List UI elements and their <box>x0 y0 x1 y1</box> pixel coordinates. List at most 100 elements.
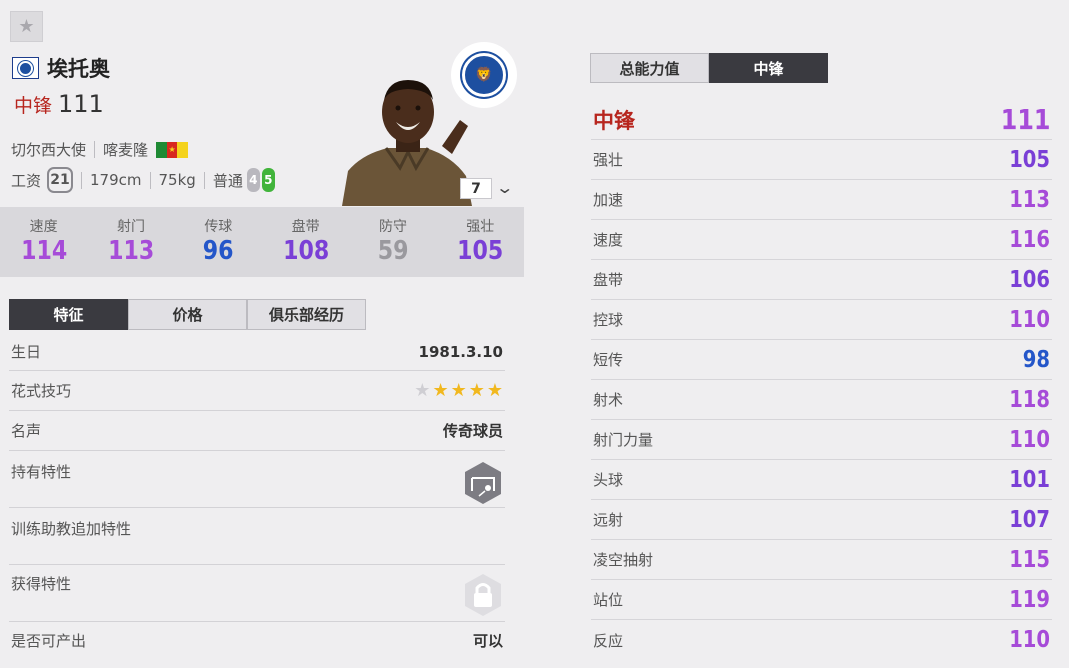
strong-foot-badge: 5 <box>261 168 275 192</box>
attribute-row: 盘带 106 <box>591 260 1052 300</box>
attribute-row: 射门力量 110 <box>591 420 1052 460</box>
position-header-row: 中锋 111 <box>591 100 1052 140</box>
coach-traits-row: 训练助教追加特性 <box>9 508 505 565</box>
attribute-label: 反应 <box>593 631 624 650</box>
favorite-star-button[interactable]: ★ <box>10 11 43 42</box>
attribute-label: 速度 <box>593 231 624 249</box>
upgrade-grade-badge[interactable]: 7 <box>460 178 492 199</box>
season-nation-row: 切尔西大使 喀麦隆 ★ <box>11 139 189 160</box>
overall-rating: 111 <box>58 90 104 118</box>
attribute-row: 速度 116 <box>591 220 1052 260</box>
attribute-label: 站位 <box>593 591 624 609</box>
coach-traits-label: 训练助教追加特性 <box>11 520 132 538</box>
cameroon-flag-icon: ★ <box>156 141 189 158</box>
attribute-row: 头球 101 <box>591 460 1052 500</box>
attribute-label: 凌空抽射 <box>593 551 654 569</box>
star-icon: ★ <box>414 380 431 401</box>
height: 179cm <box>90 171 142 189</box>
attribute-value: 105 <box>1009 146 1050 173</box>
body-type: 普通 <box>212 171 243 190</box>
attribute-label: 射术 <box>593 391 624 409</box>
attribute-value: 116 <box>1009 226 1050 253</box>
attribute-value: 107 <box>1009 506 1050 533</box>
season-name: 切尔西大使 <box>11 141 87 159</box>
attribute-row: 凌空抽射 115 <box>591 540 1052 580</box>
attribute-row: 加速 113 <box>591 180 1052 220</box>
summary-stat-value: 96 <box>202 236 234 266</box>
position-attribute-list: 中锋 111 强壮 105 加速 113 速度 116 盘带 106 控球 110 短传 … <box>591 100 1052 660</box>
skill-stars: ★ ★ ★ ★ ★ <box>414 380 503 401</box>
attribute-label: 射门力量 <box>593 431 654 449</box>
attribute-value: 110 <box>1009 426 1050 453</box>
reputation-row: 名声 传奇球员 <box>9 411 505 451</box>
summary-stat: 盘带 108 <box>262 207 349 277</box>
club-badge-icon <box>12 57 39 79</box>
summary-stat-value: 108 <box>282 236 329 266</box>
wage-badge: 21 <box>47 167 74 193</box>
attribute-row: 反应 110 <box>591 620 1052 660</box>
star-icon: ★ <box>468 380 485 401</box>
attribute-value: 113 <box>1009 186 1050 213</box>
attribute-label: 盘带 <box>593 271 624 289</box>
position-title: 中锋 <box>593 108 635 133</box>
acquired-traits-label: 获得特性 <box>11 575 72 593</box>
position-overall: 中锋 111 <box>14 90 104 118</box>
summary-stat-value: 105 <box>457 236 504 266</box>
weak-foot-badge: 4 <box>246 168 260 192</box>
attribute-row: 强壮 105 <box>591 140 1052 180</box>
skill-moves-row: 花式技巧 ★ ★ ★ ★ ★ <box>9 371 505 411</box>
traits-label: 持有特性 <box>11 463 72 481</box>
summary-stat: 传球 96 <box>175 207 262 277</box>
attribute-label: 加速 <box>593 191 624 209</box>
summary-stat-value: 114 <box>20 236 67 266</box>
tradeable-row: 是否可产出 可以 <box>9 622 505 658</box>
chevron-down-icon[interactable]: ⌄ <box>495 178 514 197</box>
star-icon: ★ <box>432 380 449 401</box>
summary-stats-bar: 速度 114 射门 113 传球 96 盘带 108 防守 59 强壮 105 <box>0 207 524 277</box>
attribute-label: 强壮 <box>593 151 624 169</box>
lock-icon <box>465 574 501 616</box>
finesse-shot-trait-icon[interactable] <box>463 461 503 505</box>
summary-stat: 射门 113 <box>87 207 174 277</box>
summary-stat: 防守 59 <box>349 207 436 277</box>
star-icon: ★ <box>486 380 503 401</box>
birthday-label: 生日 <box>11 343 42 361</box>
attribute-value: 115 <box>1009 546 1050 573</box>
summary-stat-label: 传球 <box>204 219 233 235</box>
summary-stat-value: 59 <box>377 236 409 266</box>
summary-stat-value: 113 <box>107 236 155 266</box>
attribute-value: 106 <box>1009 266 1050 293</box>
tab-price[interactable]: 价格 <box>128 299 247 330</box>
star-icon: ★ <box>18 16 35 37</box>
attribute-row: 站位 119 <box>591 580 1052 620</box>
attribute-row: 控球 110 <box>591 300 1052 340</box>
attribute-row: 短传 98 <box>591 340 1052 380</box>
attribute-value: 110 <box>1009 627 1050 653</box>
tab-total-ability[interactable]: 总能力值 <box>590 53 709 83</box>
tab-club-history[interactable]: 俱乐部经历 <box>247 299 366 330</box>
nation-name: 喀麦隆 <box>103 141 149 159</box>
wage-label: 工资 <box>11 171 42 190</box>
rating-tabs: 总能力值 中锋 <box>590 53 828 83</box>
summary-stat-label: 盘带 <box>291 219 320 235</box>
player-name: 埃托奥 <box>47 57 110 81</box>
player-portrait <box>342 80 472 206</box>
birthday-row: 生日 1981.3.10 <box>9 333 505 371</box>
position-overall: 111 <box>1000 103 1050 136</box>
star-icon: ★ <box>450 380 467 401</box>
summary-stat: 速度 114 <box>0 207 87 277</box>
attribute-label: 远射 <box>593 511 624 529</box>
summary-stat-label: 射门 <box>116 219 145 235</box>
acquired-traits-row: 获得特性 <box>9 565 505 622</box>
tab-traits[interactable]: 特征 <box>9 299 128 330</box>
attribute-row: 射术 118 <box>591 380 1052 420</box>
reputation-label: 名声 <box>11 422 42 440</box>
attribute-value: 119 <box>1009 586 1050 613</box>
birthday-value: 1981.3.10 <box>418 342 503 361</box>
reputation-value: 传奇球员 <box>442 422 503 440</box>
player-name-row: 埃托奥 <box>12 53 110 83</box>
attribute-value: 98 <box>1022 346 1050 373</box>
weight: 75kg <box>158 171 196 189</box>
traits-row: 持有特性 <box>9 451 505 508</box>
tab-position-striker[interactable]: 中锋 <box>709 53 828 83</box>
